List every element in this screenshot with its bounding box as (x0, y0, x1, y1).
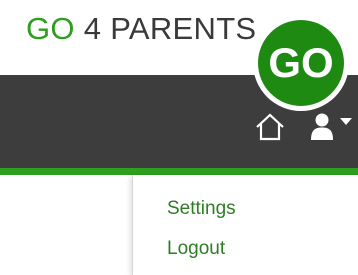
menu-item-logout[interactable]: Logout (167, 238, 225, 260)
brand-title-prefix: GO (26, 11, 75, 46)
home-button[interactable] (254, 112, 286, 142)
go-logo-text: GO (268, 39, 333, 86)
home-icon (256, 113, 284, 141)
go-logo[interactable]: GO (252, 14, 350, 112)
navbar-accent-bar (0, 168, 358, 175)
menu-item-settings[interactable]: Settings (167, 198, 236, 220)
go-logo-badge-icon: GO (253, 15, 349, 111)
user-icon (311, 113, 333, 140)
brand-title-suffix: 4 PARENTS (74, 11, 257, 46)
caret-down-icon (340, 118, 352, 125)
user-menu-button[interactable] (310, 111, 356, 143)
user-dropdown-menu: Settings Logout (132, 175, 358, 275)
brand-title[interactable]: GO 4 PARENTS (26, 12, 256, 46)
